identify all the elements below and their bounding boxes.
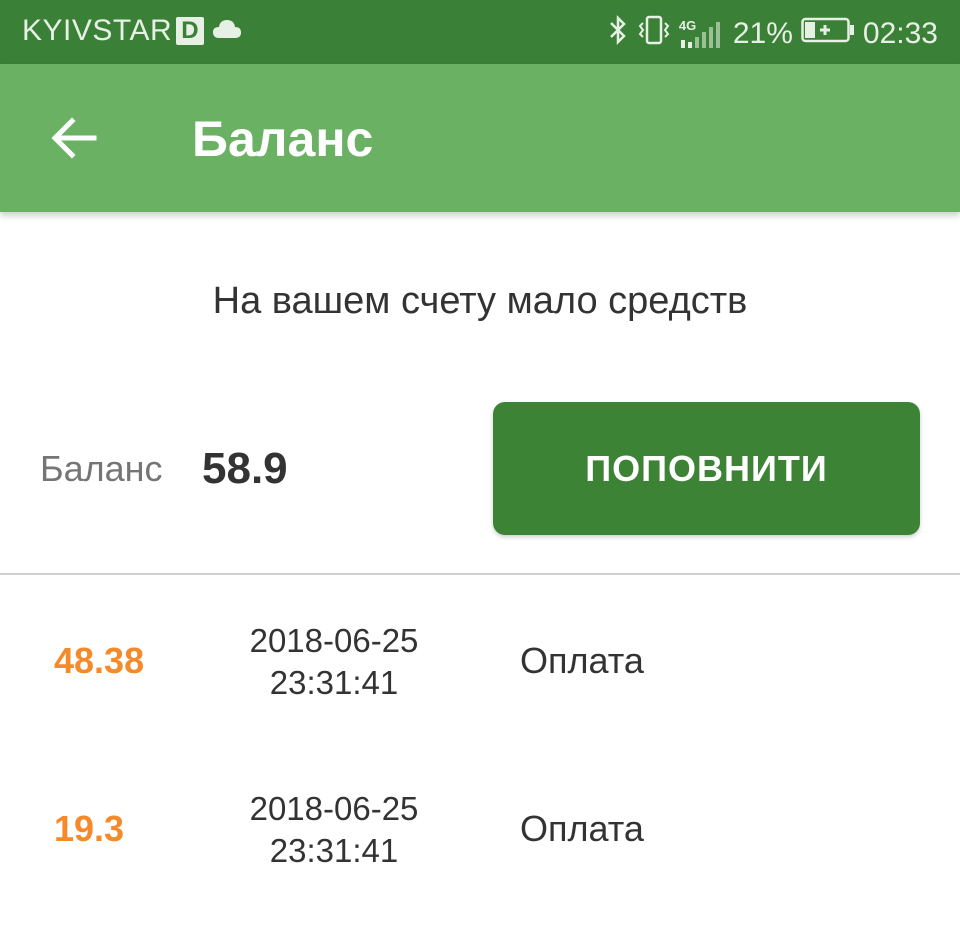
transaction-amount: 48.38 <box>54 640 145 681</box>
cloud-icon <box>212 14 242 48</box>
arrow-left-icon <box>51 117 97 159</box>
balance-label: Баланс <box>40 448 163 489</box>
transaction-type: Оплата <box>520 640 644 681</box>
clock: 02:33 <box>862 17 938 50</box>
vibrate-icon <box>637 14 671 54</box>
bluetooth-icon <box>607 14 629 54</box>
signal-icon: 4G <box>679 18 725 50</box>
back-button[interactable] <box>46 112 104 164</box>
carrier-group: KYIVSTAR D <box>22 14 242 48</box>
status-bar: KYIVSTAR D 4G 21% 02:33 <box>0 0 960 64</box>
app-bar: Баланс <box>0 64 960 212</box>
page-title: Баланс <box>192 111 374 167</box>
top-up-button[interactable]: ПОПОВНИТИ <box>493 402 920 535</box>
transaction-date: 2018-06-25 <box>249 790 419 827</box>
transaction-type: Оплата <box>520 808 644 849</box>
transaction-time: 23:31:41 <box>269 664 399 701</box>
transaction-row: 48.38 2018-06-25 23:31:41 Оплата <box>0 620 960 760</box>
transaction-amount: 19.3 <box>54 808 125 849</box>
low-balance-warning: На вашем счету мало средств <box>212 280 748 322</box>
carrier-badge: D <box>176 17 205 45</box>
balance-value: 58.9 <box>202 444 288 493</box>
transaction-date: 2018-06-25 <box>249 622 419 659</box>
transaction-datetime: 2018-06-25 23:31:41 <box>234 620 434 704</box>
divider <box>0 573 960 575</box>
transaction-row: 19.3 2018-06-25 23:31:41 Оплата <box>0 788 960 928</box>
transaction-time: 23:31:41 <box>269 832 399 869</box>
transaction-datetime: 2018-06-25 23:31:41 <box>234 788 434 872</box>
carrier-name: KYIVSTAR <box>22 14 173 47</box>
battery-charging-icon <box>801 17 855 51</box>
status-icons: 4G 21% 02:33 <box>599 14 938 54</box>
battery-percent: 21% <box>732 17 793 50</box>
